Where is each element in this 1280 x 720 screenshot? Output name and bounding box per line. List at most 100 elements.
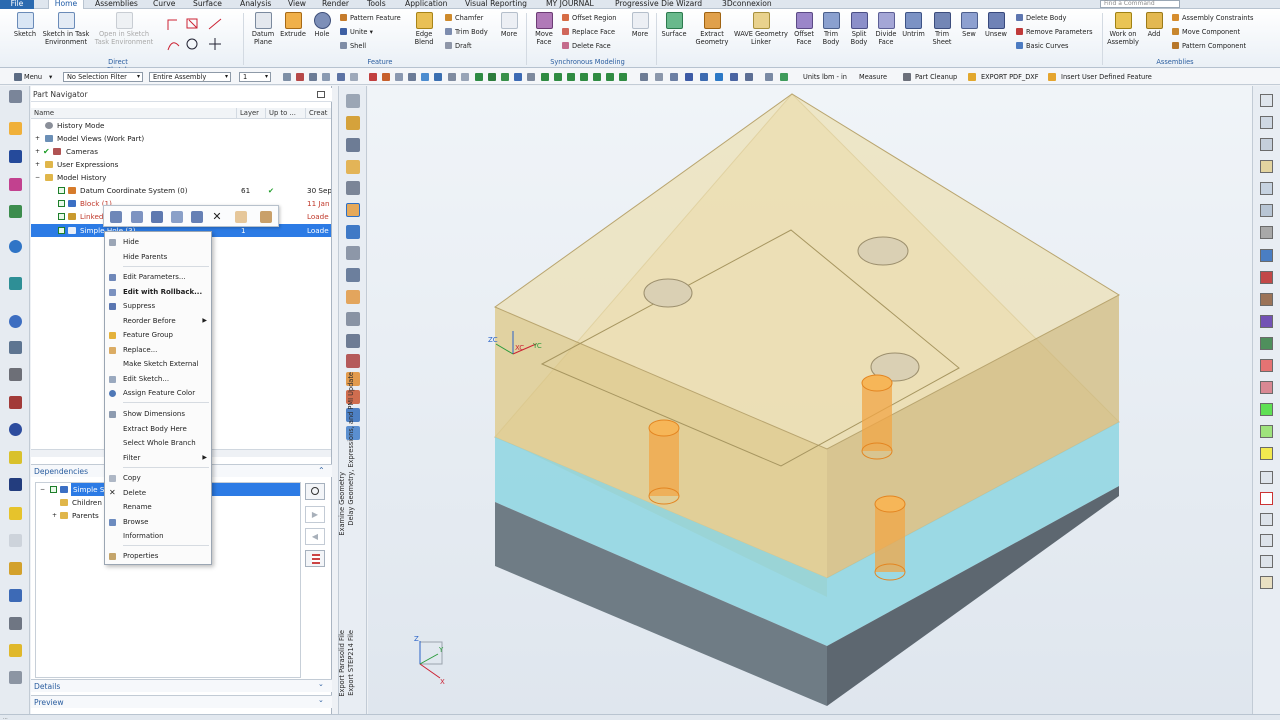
snap-icon[interactable] bbox=[448, 73, 456, 81]
snap-icon[interactable] bbox=[461, 73, 469, 81]
snap-icon[interactable] bbox=[606, 73, 614, 81]
color-swatch[interactable] bbox=[1260, 403, 1273, 416]
web-browser-icon[interactable] bbox=[9, 240, 22, 253]
tools-icon[interactable] bbox=[9, 671, 22, 684]
tool-icon[interactable] bbox=[1260, 160, 1273, 173]
split-body-button[interactable]: Split Body bbox=[846, 12, 872, 46]
color-swatch[interactable] bbox=[1260, 226, 1273, 239]
menu-button[interactable]: Menu bbox=[24, 73, 42, 81]
menu-item-copy[interactable]: Copy bbox=[105, 471, 211, 485]
trim-body-button[interactable]: Trim Body bbox=[445, 28, 488, 36]
select-icon[interactable] bbox=[369, 73, 377, 81]
visibility-checkbox[interactable] bbox=[58, 187, 65, 194]
measure-dropdown[interactable]: Measure bbox=[859, 73, 887, 81]
fcs-icon[interactable] bbox=[9, 534, 22, 547]
snap-icon[interactable] bbox=[309, 73, 317, 81]
tab-application[interactable]: Application bbox=[405, 0, 447, 9]
offset-region-button[interactable]: Offset Region bbox=[562, 14, 616, 22]
column-name[interactable]: Name bbox=[31, 108, 236, 119]
display-icon[interactable] bbox=[685, 73, 693, 81]
tab-view[interactable]: View bbox=[288, 0, 306, 9]
menu-item-hide[interactable]: Hide bbox=[105, 235, 211, 249]
work-layer-dropdown[interactable]: 1 bbox=[239, 72, 271, 82]
tool-icon[interactable] bbox=[346, 94, 360, 108]
hd3d-icon[interactable] bbox=[9, 451, 22, 464]
display-icon[interactable] bbox=[655, 73, 663, 81]
offset-face-button[interactable]: Offset Face bbox=[792, 12, 816, 46]
hole-button[interactable]: Hole bbox=[309, 12, 335, 38]
tool-icon[interactable] bbox=[1260, 116, 1273, 129]
tab-curve[interactable]: Curve bbox=[153, 0, 175, 9]
tool-icon[interactable] bbox=[1260, 534, 1273, 547]
snap-icon[interactable] bbox=[527, 73, 535, 81]
snap-icon[interactable] bbox=[514, 73, 522, 81]
tab-assemblies[interactable]: Assemblies bbox=[95, 0, 138, 9]
tool-icon[interactable] bbox=[346, 181, 360, 195]
tab-analysis[interactable]: Analysis bbox=[240, 0, 271, 9]
visibility-checkbox[interactable] bbox=[58, 213, 65, 220]
magnify-button[interactable] bbox=[305, 483, 325, 500]
details-header[interactable]: Details bbox=[31, 679, 332, 692]
tab-tools[interactable]: Tools bbox=[367, 0, 386, 9]
part-navigator-icon[interactable] bbox=[9, 122, 22, 135]
tree-row-model-views[interactable]: + Model Views (Work Part) bbox=[31, 132, 331, 145]
export-parasolid-label[interactable]: Export Parasolid File bbox=[338, 630, 354, 697]
tree-row-datum-csys[interactable]: Datum Coordinate System (0) 61 ✔ 30 Sep bbox=[31, 184, 331, 197]
expand-plus-icon[interactable]: + bbox=[35, 158, 40, 171]
visibility-checkbox[interactable] bbox=[58, 200, 65, 207]
snap-icon[interactable] bbox=[580, 73, 588, 81]
column-layer[interactable]: Layer bbox=[236, 108, 265, 119]
display-icon[interactable] bbox=[730, 73, 738, 81]
visibility-checkbox[interactable] bbox=[58, 227, 65, 234]
color-swatch[interactable] bbox=[1260, 293, 1273, 306]
datum-plane-button[interactable]: Datum Plane bbox=[248, 12, 278, 46]
snap-icon[interactable] bbox=[541, 73, 549, 81]
clock-icon[interactable] bbox=[9, 315, 22, 328]
color-swatch[interactable] bbox=[1260, 425, 1273, 438]
snap-icon[interactable] bbox=[619, 73, 627, 81]
menu-item-properties[interactable]: Properties bbox=[105, 549, 211, 563]
menu-item-rename[interactable]: Rename bbox=[105, 500, 211, 514]
tab-render[interactable]: Render bbox=[322, 0, 349, 9]
trim-sheet-button[interactable]: Trim Sheet bbox=[929, 12, 955, 46]
system-scenes-icon[interactable] bbox=[9, 423, 22, 436]
tool-icon[interactable] bbox=[1260, 555, 1273, 568]
information-icon[interactable] bbox=[260, 211, 272, 223]
menu-item-extract-body[interactable]: Extract Body Here bbox=[105, 422, 211, 436]
color-swatch[interactable] bbox=[1260, 381, 1273, 394]
preview-header[interactable]: Preview bbox=[31, 695, 332, 708]
graphics-window[interactable]: ZC XC YC Z X Y bbox=[368, 86, 1252, 714]
tool-icon[interactable] bbox=[346, 160, 360, 174]
maximize-icon[interactable] bbox=[317, 91, 325, 98]
tree-row-history-mode[interactable]: History Mode bbox=[31, 119, 331, 132]
chevron-down-icon[interactable]: ⌄ bbox=[318, 696, 324, 704]
suppress-icon[interactable] bbox=[151, 211, 163, 223]
basic-curves-button[interactable]: Basic Curves bbox=[1016, 42, 1068, 50]
tab-home[interactable]: Home bbox=[48, 0, 84, 9]
replace-icon[interactable] bbox=[235, 211, 247, 223]
export-pdf-dxf-button[interactable]: EXPORT PDF_DXF bbox=[981, 73, 1039, 81]
reorder-icon[interactable] bbox=[191, 211, 203, 223]
tool-icon[interactable] bbox=[1260, 471, 1273, 484]
tool-icon[interactable] bbox=[346, 225, 360, 239]
process-studio-icon[interactable] bbox=[9, 341, 22, 354]
roles-icon[interactable] bbox=[9, 396, 22, 409]
collapse-minus-icon[interactable]: − bbox=[40, 483, 45, 496]
expand-plus-icon[interactable]: + bbox=[35, 132, 40, 145]
view-icon[interactable] bbox=[434, 73, 442, 81]
forward-button[interactable]: ▶ bbox=[305, 506, 325, 523]
unite-button[interactable]: Unite ▾ bbox=[340, 28, 373, 36]
sketch-button[interactable]: Sketch bbox=[11, 12, 39, 38]
menu-item-select-whole-branch[interactable]: Select Whole Branch bbox=[105, 436, 211, 450]
ruler-icon[interactable] bbox=[9, 562, 22, 575]
filter-icon[interactable] bbox=[337, 73, 345, 81]
tab-3dconnexion[interactable]: 3Dconnexion bbox=[722, 0, 772, 9]
menu-item-feature-group[interactable]: Feature Group bbox=[105, 328, 211, 342]
filter-icon[interactable] bbox=[350, 73, 358, 81]
snap-icon[interactable] bbox=[567, 73, 575, 81]
reuse-library-icon[interactable] bbox=[9, 205, 22, 218]
color-swatch[interactable] bbox=[1260, 271, 1273, 284]
tool-icon[interactable] bbox=[346, 203, 360, 217]
pen-icon[interactable] bbox=[9, 617, 22, 630]
trim-body-surface-button[interactable]: Trim Body bbox=[819, 12, 843, 46]
